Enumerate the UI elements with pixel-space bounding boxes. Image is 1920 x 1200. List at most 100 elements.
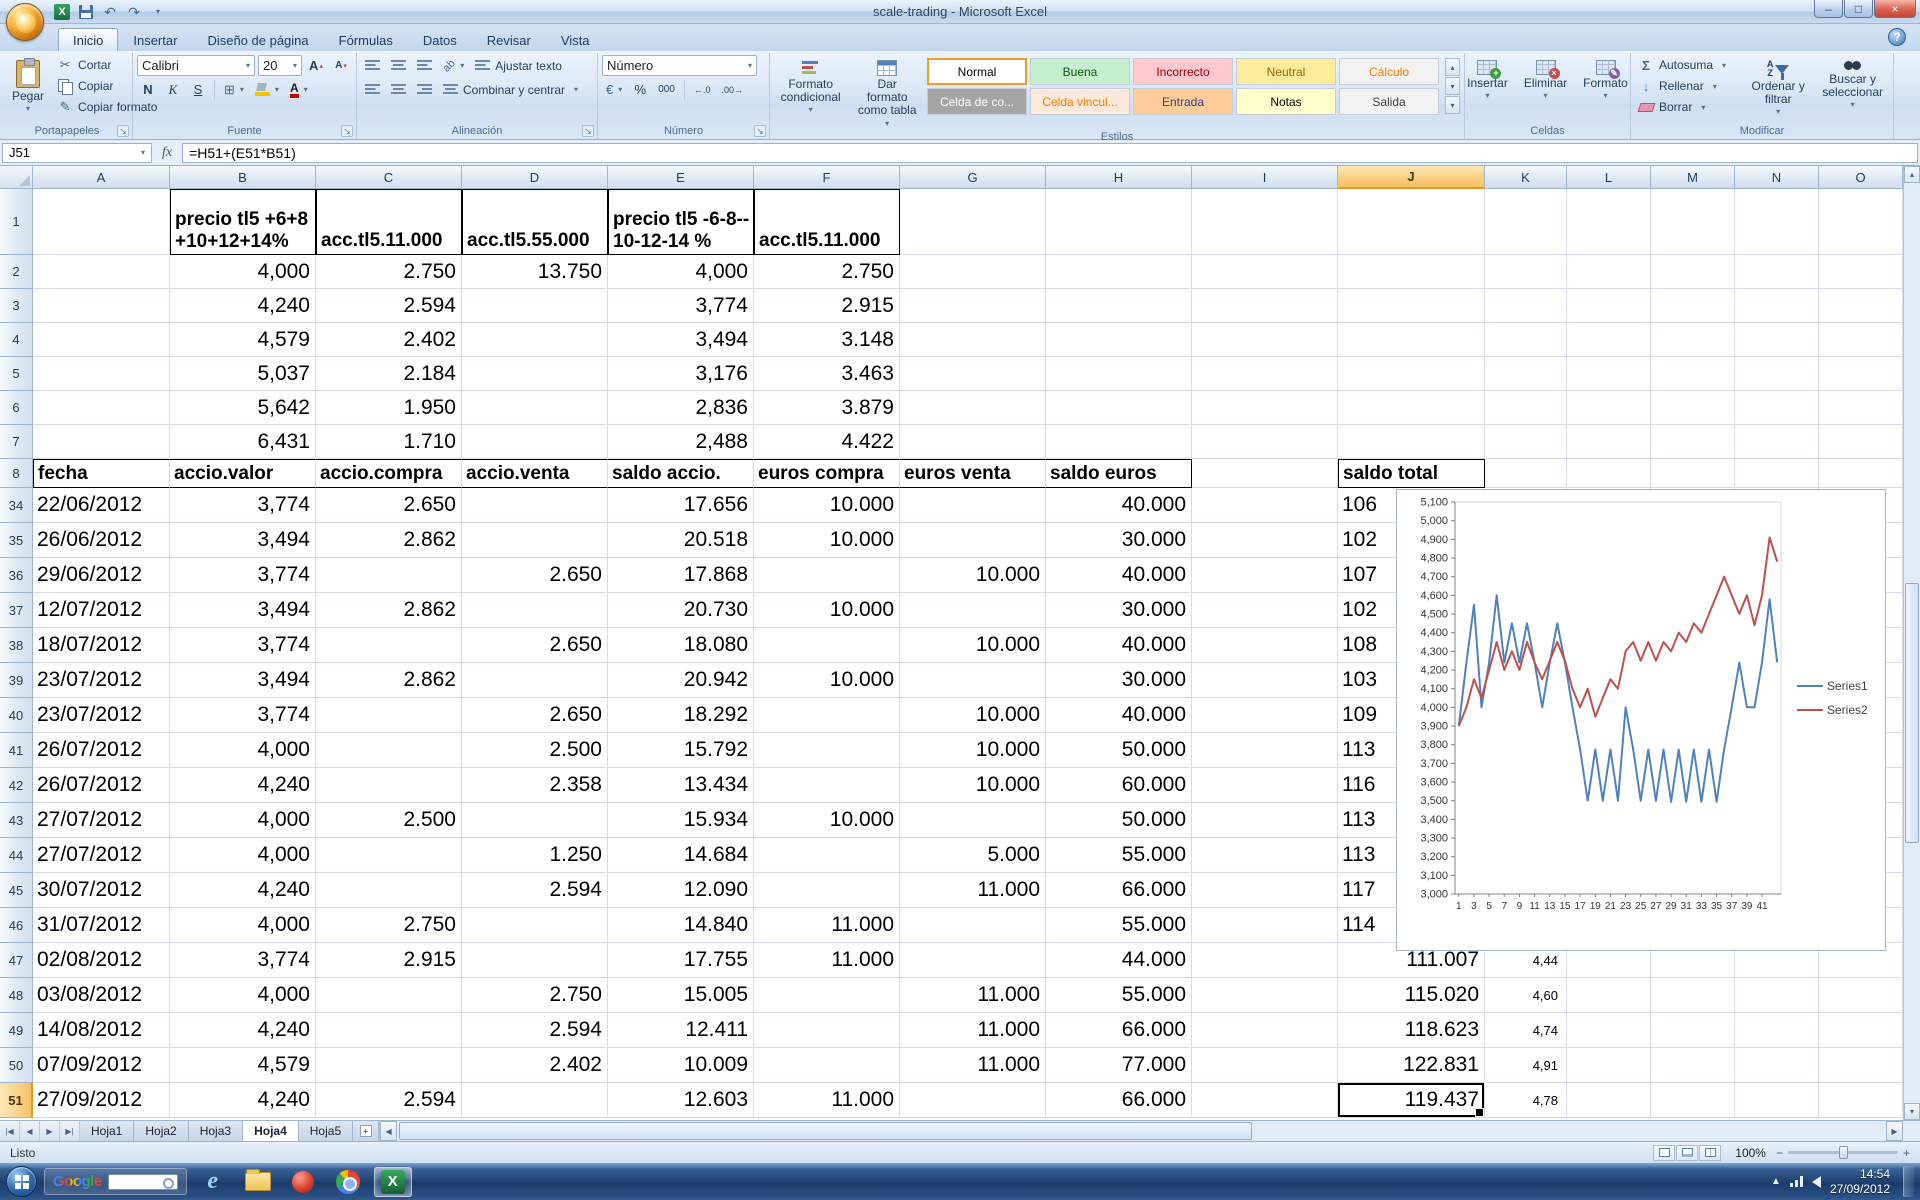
align-bottom-button[interactable] bbox=[413, 55, 436, 76]
maximize-button[interactable]: □ bbox=[1844, 0, 1873, 18]
cell-N2[interactable] bbox=[1735, 255, 1819, 289]
cell-C46[interactable]: 2.750 bbox=[316, 908, 462, 943]
cell-K51[interactable]: 4,78 bbox=[1485, 1083, 1567, 1118]
cell-C34[interactable]: 2.650 bbox=[316, 488, 462, 523]
cell-E2[interactable]: 4,000 bbox=[608, 255, 754, 289]
minimize-button[interactable]: – bbox=[1814, 0, 1843, 18]
cell-D40[interactable]: 2.650 bbox=[462, 698, 608, 733]
cell-A43[interactable]: 27/07/2012 bbox=[33, 803, 170, 838]
cell-E41[interactable]: 15.792 bbox=[608, 733, 754, 768]
cell-A38[interactable]: 18/07/2012 bbox=[33, 628, 170, 663]
cell-M1[interactable] bbox=[1651, 189, 1735, 255]
cell-H46[interactable]: 55.000 bbox=[1046, 908, 1192, 943]
cell-L6[interactable] bbox=[1567, 391, 1651, 425]
office-button[interactable] bbox=[6, 3, 44, 41]
ribbon-tab-datos[interactable]: Datos bbox=[408, 28, 472, 51]
cell-G45[interactable]: 11.000 bbox=[900, 873, 1046, 908]
cell-I6[interactable] bbox=[1192, 391, 1338, 425]
cell-O51[interactable] bbox=[1819, 1083, 1903, 1118]
cell-M50[interactable] bbox=[1651, 1048, 1735, 1083]
cell-D47[interactable] bbox=[462, 943, 608, 978]
cell-C8[interactable]: accio.compra bbox=[316, 459, 462, 488]
cell-N49[interactable] bbox=[1735, 1013, 1819, 1048]
cell-B2[interactable]: 4,000 bbox=[170, 255, 316, 289]
cell-B4[interactable]: 4,579 bbox=[170, 323, 316, 357]
page-break-view-button[interactable] bbox=[1699, 1145, 1721, 1161]
cell-B43[interactable]: 4,000 bbox=[170, 803, 316, 838]
cell-G6[interactable] bbox=[900, 391, 1046, 425]
shrink-font-button[interactable]: A▾ bbox=[330, 55, 352, 76]
cell-E4[interactable]: 3,494 bbox=[608, 323, 754, 357]
cell-I51[interactable] bbox=[1192, 1083, 1338, 1118]
style-normal[interactable]: Normal bbox=[927, 58, 1027, 85]
row-header-2[interactable]: 2 bbox=[0, 255, 33, 289]
insert-cells-button[interactable]: + Insertar ▾ bbox=[1461, 55, 1514, 104]
scroll-left-button[interactable]: ◀ bbox=[380, 1121, 397, 1141]
cell-G48[interactable]: 11.000 bbox=[900, 978, 1046, 1013]
cell-D44[interactable]: 1.250 bbox=[462, 838, 608, 873]
cell-L3[interactable] bbox=[1567, 289, 1651, 323]
cell-G2[interactable] bbox=[900, 255, 1046, 289]
cell-B40[interactable]: 3,774 bbox=[170, 698, 316, 733]
cell-E36[interactable]: 17.868 bbox=[608, 558, 754, 593]
cell-J7[interactable] bbox=[1338, 425, 1485, 459]
cell-O3[interactable] bbox=[1819, 289, 1903, 323]
cell-F7[interactable]: 4.422 bbox=[754, 425, 900, 459]
next-sheet-button[interactable]: ▶ bbox=[40, 1121, 60, 1141]
paste-button[interactable]: Pegar ▾ bbox=[6, 55, 50, 117]
cell-H5[interactable] bbox=[1046, 357, 1192, 391]
cell-K7[interactable] bbox=[1485, 425, 1567, 459]
cell-I2[interactable] bbox=[1192, 255, 1338, 289]
cell-G41[interactable]: 10.000 bbox=[900, 733, 1046, 768]
cell-H6[interactable] bbox=[1046, 391, 1192, 425]
cell-M48[interactable] bbox=[1651, 978, 1735, 1013]
cell-A44[interactable]: 27/07/2012 bbox=[33, 838, 170, 873]
zoom-level[interactable]: 100% bbox=[1735, 1146, 1766, 1160]
cell-E48[interactable]: 15.005 bbox=[608, 978, 754, 1013]
cell-I50[interactable] bbox=[1192, 1048, 1338, 1083]
cell-B50[interactable]: 4,579 bbox=[170, 1048, 316, 1083]
cell-G38[interactable]: 10.000 bbox=[900, 628, 1046, 663]
increase-decimal-button[interactable]: ←.0 bbox=[690, 79, 715, 100]
style-incorrecto[interactable]: Incorrecto bbox=[1133, 58, 1233, 85]
cell-D50[interactable]: 2.402 bbox=[462, 1048, 608, 1083]
cell-F8[interactable]: euros compra bbox=[754, 459, 900, 488]
cell-I7[interactable] bbox=[1192, 425, 1338, 459]
formula-input[interactable]: =H51+(E51*B51) bbox=[182, 143, 1918, 163]
cell-D34[interactable] bbox=[462, 488, 608, 523]
cell-B42[interactable]: 4,240 bbox=[170, 768, 316, 803]
cell-F34[interactable]: 10.000 bbox=[754, 488, 900, 523]
cell-D8[interactable]: accio.venta bbox=[462, 459, 608, 488]
cell-N51[interactable] bbox=[1735, 1083, 1819, 1118]
cell-F46[interactable]: 11.000 bbox=[754, 908, 900, 943]
row-header-44[interactable]: 44 bbox=[0, 838, 33, 873]
cell-J5[interactable] bbox=[1338, 357, 1485, 391]
cell-N8[interactable] bbox=[1735, 459, 1819, 488]
cell-D39[interactable] bbox=[462, 663, 608, 698]
cell-D1[interactable]: acc.tl5.55.000 bbox=[462, 189, 608, 255]
cell-D42[interactable]: 2.358 bbox=[462, 768, 608, 803]
accounting-format-button[interactable]: €▾ bbox=[602, 79, 626, 100]
redo-button[interactable]: ↷ bbox=[124, 3, 144, 21]
cell-B45[interactable]: 4,240 bbox=[170, 873, 316, 908]
row-header-8[interactable]: 8 bbox=[0, 459, 33, 488]
sheet-tab-hoja3[interactable]: Hoja3 bbox=[189, 1121, 243, 1141]
cell-E1[interactable]: precio tl5 -6-8-- 10-12-14 % bbox=[608, 189, 754, 255]
cell-M49[interactable] bbox=[1651, 1013, 1735, 1048]
underline-button[interactable]: S bbox=[187, 79, 209, 100]
cell-A51[interactable]: 27/09/2012 bbox=[33, 1083, 170, 1118]
cell-L49[interactable] bbox=[1567, 1013, 1651, 1048]
cell-F5[interactable]: 3.463 bbox=[754, 357, 900, 391]
cell-B8[interactable]: accio.valor bbox=[170, 459, 316, 488]
row-header-46[interactable]: 46 bbox=[0, 908, 33, 943]
embedded-chart[interactable]: 3,0003,1003,2003,3003,4003,5003,6003,700… bbox=[1396, 489, 1886, 951]
cell-E44[interactable]: 14.684 bbox=[608, 838, 754, 873]
cell-A45[interactable]: 30/07/2012 bbox=[33, 873, 170, 908]
cell-J48[interactable]: 115.020 bbox=[1338, 978, 1485, 1013]
name-box[interactable]: J51▾ bbox=[2, 143, 152, 163]
cell-A4[interactable] bbox=[33, 323, 170, 357]
cell-G8[interactable]: euros venta bbox=[900, 459, 1046, 488]
cell-D6[interactable] bbox=[462, 391, 608, 425]
align-center-button[interactable] bbox=[387, 79, 410, 100]
cell-D35[interactable] bbox=[462, 523, 608, 558]
